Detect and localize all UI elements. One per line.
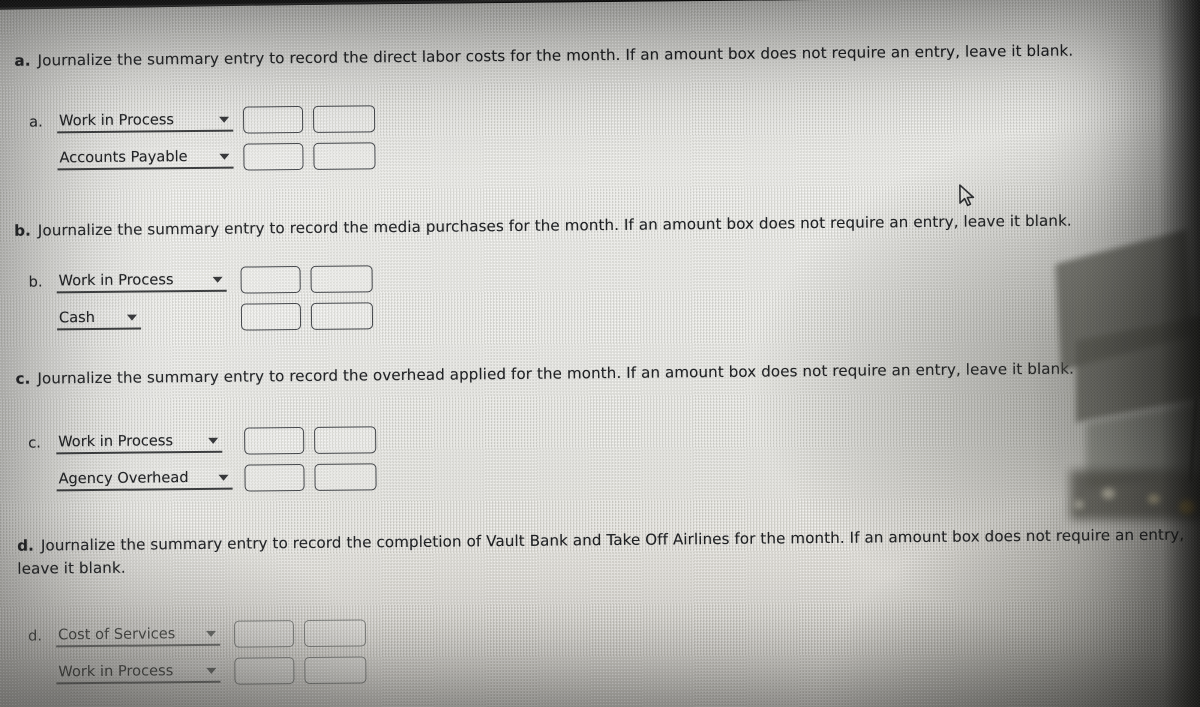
entry-b-account-select-2[interactable]: Cash: [56, 307, 142, 330]
entry-d-row-2: Work in Process: [28, 653, 367, 689]
entry-b-row-2: Cash: [29, 299, 374, 335]
question-b-text: Journalize the summary entry to record t…: [37, 211, 1072, 240]
entry-d-credit-input-1[interactable]: [303, 619, 367, 647]
entry-c-account-value-2: Agency Overhead: [58, 469, 189, 488]
entry-a-row-label: a.: [29, 113, 43, 131]
chevron-down-icon: [219, 153, 230, 160]
entry-d-row-1: d. Cost of Services: [27, 616, 367, 652]
chevron-down-icon: [205, 630, 217, 637]
homework-page-content: a. Journalize the summary entry to record…: [0, 0, 1200, 707]
entry-b-credit-input-1[interactable]: [310, 265, 373, 293]
entry-c-account-select-2[interactable]: Agency Overhead: [56, 467, 233, 491]
question-b-label: b.: [14, 221, 31, 240]
entry-d-account-select-2[interactable]: Work in Process: [56, 660, 221, 684]
entry-c-row-1: c. Work in Process: [28, 423, 377, 459]
question-d-label: d.: [17, 536, 34, 555]
entry-b-account-value-1: Work in Process: [58, 271, 174, 290]
entry-d-credit-input-2[interactable]: [304, 656, 367, 684]
chevron-down-icon: [219, 116, 230, 123]
journal-entry-a: a. Work in Process Accounts Payable: [29, 102, 376, 175]
entry-a-account-select-2[interactable]: Accounts Payable: [57, 146, 234, 170]
entry-c-row-label: c.: [28, 434, 41, 452]
entry-a-account-select-1[interactable]: Work in Process: [56, 109, 234, 133]
question-c-prompt: c. Journalize the summary entry to record…: [15, 357, 1155, 391]
monitor-bezel-right: [1156, 0, 1200, 707]
entry-b-debit-input-1[interactable]: [240, 266, 301, 294]
chevron-down-icon: [208, 437, 219, 444]
entry-c-account-select-1[interactable]: Work in Process: [56, 430, 223, 454]
chevron-down-icon: [218, 474, 229, 481]
question-d-text: Journalize the summary entry to record t…: [17, 525, 1185, 578]
entry-c-account-value-1: Work in Process: [58, 432, 174, 451]
entry-d-account-value-1: Cost of Services: [57, 625, 176, 644]
entry-d-row-label: d.: [27, 627, 43, 645]
journal-entry-d: d. Cost of Services Work in Process: [28, 616, 367, 689]
question-d-prompt: d. Journalize the summary entry to record…: [17, 524, 1185, 581]
question-c-text: Journalize the summary entry to record t…: [37, 359, 1075, 388]
entry-b-account-value-2: Cash: [58, 308, 96, 327]
mouse-cursor: [958, 184, 978, 210]
entry-d-debit-input-1[interactable]: [233, 620, 295, 648]
entry-c-row-2: Agency Overhead: [28, 460, 377, 496]
entry-a-credit-input-2[interactable]: [313, 142, 376, 170]
chevron-down-icon: [212, 276, 223, 283]
entry-a-account-value-2: Accounts Payable: [59, 148, 188, 167]
monitor-photo: a. Journalize the summary entry to record…: [0, 0, 1200, 707]
journal-entry-c: c. Work in Process Agency Overhead: [28, 423, 377, 496]
entry-b-debit-input-2[interactable]: [240, 303, 302, 331]
chevron-down-icon: [206, 667, 217, 674]
question-a-text: Journalize the summary entry to record t…: [37, 41, 1074, 70]
mouse-pointer-arrow-icon: [959, 184, 975, 207]
journal-entry-b: b. Work in Process Cash: [28, 262, 374, 335]
question-c-label: c.: [15, 369, 31, 388]
entry-d-debit-input-2[interactable]: [234, 657, 295, 685]
entry-c-debit-input-2[interactable]: [244, 463, 305, 492]
entry-b-account-select-1[interactable]: Work in Process: [56, 269, 227, 293]
entry-c-credit-input-2[interactable]: [314, 463, 377, 491]
entry-d-account-value-2: Work in Process: [58, 662, 174, 681]
entry-a-debit-input-2[interactable]: [243, 142, 304, 171]
entry-c-debit-input-1[interactable]: [244, 426, 305, 455]
question-b-prompt: b. Journalize the summary entry to record…: [14, 209, 1154, 243]
entry-a-credit-input-1[interactable]: [312, 105, 376, 133]
question-a-label: a.: [14, 51, 31, 70]
entry-b-credit-input-2[interactable]: [310, 302, 374, 330]
entry-a-account-value-1: Work in Process: [59, 111, 175, 130]
entry-a-debit-input-1[interactable]: [242, 105, 304, 134]
question-a-prompt: a. Journalize the summary entry to record…: [14, 39, 1144, 73]
chevron-down-icon: [126, 314, 138, 321]
entry-b-row-1: b. Work in Process: [28, 262, 373, 298]
entry-d-account-select-1[interactable]: Cost of Services: [55, 623, 221, 647]
entry-a-row-1: a. Work in Process: [29, 102, 376, 138]
entry-b-row-label: b.: [28, 273, 43, 291]
entry-a-row-2: Accounts Payable: [29, 139, 376, 175]
entry-c-credit-input-1[interactable]: [314, 426, 377, 454]
